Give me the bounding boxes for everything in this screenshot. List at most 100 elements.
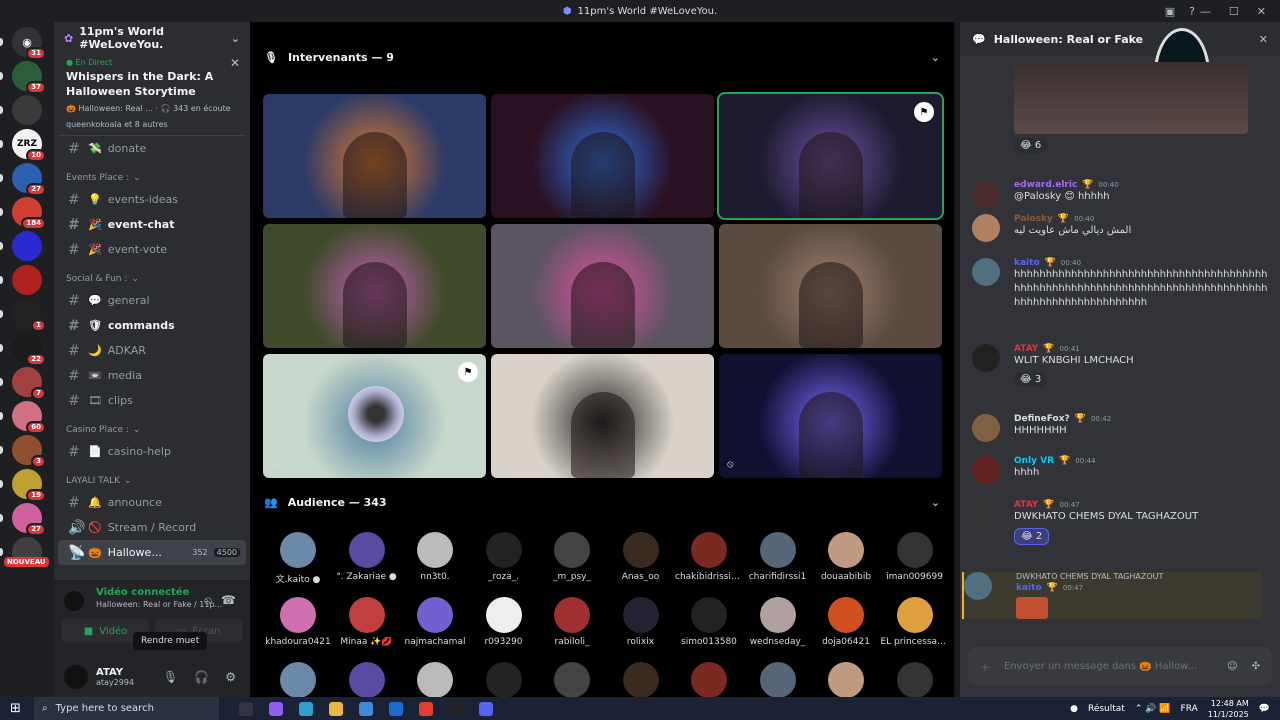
- tray-icons[interactable]: ⌃ 🔊 📶: [1135, 704, 1171, 714]
- channel-text[interactable]: # 🔔 announce: [54, 490, 250, 515]
- task-view-icon[interactable]: [239, 701, 253, 716]
- obs-icon[interactable]: [449, 701, 463, 716]
- server-icon[interactable]: [12, 231, 42, 261]
- avatar[interactable]: [972, 258, 1000, 286]
- store-icon[interactable]: [359, 701, 373, 716]
- server-icon[interactable]: 37: [12, 61, 46, 94]
- server-header[interactable]: ✿ 11pm's World #WeLoveYou. ⌄: [54, 22, 250, 54]
- audience-member[interactable]: [538, 662, 606, 698]
- speakers-header[interactable]: 🎙 Intervenants — 9 ⌄: [250, 22, 954, 72]
- server-icon[interactable]: 7: [12, 367, 46, 400]
- chat-message[interactable]: DefineFox? 🏆 00:42 HHHHHHH: [972, 414, 1272, 442]
- chat-message[interactable]: Only VR 🏆 00:44 hhhh: [972, 456, 1272, 484]
- audience-member[interactable]: rabiloli_: [538, 597, 606, 647]
- audience-member[interactable]: wednseday_: [744, 597, 812, 647]
- audience-member[interactable]: [333, 662, 401, 698]
- maximize-button[interactable]: ☐: [1229, 5, 1239, 18]
- speaker-tile[interactable]: ⚑ ⦸: [263, 354, 486, 478]
- avatar[interactable]: [972, 414, 1000, 442]
- server-icon[interactable]: 3: [12, 435, 46, 468]
- channel-text[interactable]: # 🎞 clips: [54, 388, 250, 413]
- chat-message[interactable]: Palosky 🏆 00:40 المش ديالي ماش عاويت ليه: [972, 214, 1272, 242]
- channel-stage[interactable]: 📡 🎃 Hallowe... 352 4500: [58, 540, 246, 565]
- microphone-icon[interactable]: 🎙: [163, 670, 178, 684]
- audience-member[interactable]: Anas_oo: [607, 532, 675, 582]
- channel-text[interactable]: # 💡 events-ideas: [54, 187, 250, 212]
- edge-icon[interactable]: [299, 701, 313, 716]
- help-icon[interactable]: ?: [1189, 5, 1195, 18]
- message-author[interactable]: edward.elric: [1014, 180, 1077, 190]
- chrome-icon[interactable]: [419, 701, 433, 716]
- message-author[interactable]: ATAY: [1014, 344, 1038, 354]
- audience-member[interactable]: [470, 662, 538, 698]
- server-icon[interactable]: 1: [12, 299, 46, 332]
- plus-icon[interactable]: ＋: [980, 659, 990, 674]
- audience-member[interactable]: nn3t0.: [401, 532, 469, 582]
- audience-header[interactable]: 👥 Audience — 343 ⌄: [250, 492, 954, 512]
- audience-member[interactable]: simo013580: [675, 597, 743, 647]
- audience-member[interactable]: _roza_.: [470, 532, 538, 582]
- audience-member[interactable]: 文.kaito ●: [264, 532, 332, 585]
- discord-home-icon[interactable]: ◉ 31: [12, 27, 46, 60]
- audience-member[interactable]: _m_psy_: [538, 532, 606, 582]
- audience-member[interactable]: iman009699: [881, 532, 949, 582]
- channel-text[interactable]: # 🎉 event-chat: [54, 212, 250, 237]
- audience-member[interactable]: charifidirssi1: [744, 532, 812, 582]
- discord-icon[interactable]: [479, 701, 493, 716]
- message-author[interactable]: DefineFox?: [1014, 414, 1070, 424]
- audience-member[interactable]: chakibidrissi7...: [675, 532, 743, 582]
- audience-member[interactable]: najmachamal: [401, 597, 469, 647]
- server-icon[interactable]: [12, 265, 42, 295]
- gear-icon[interactable]: ⚙: [225, 670, 236, 684]
- live-event-card[interactable]: ● En Direct Whispers in the Dark: A Hall…: [58, 54, 246, 136]
- audience-member[interactable]: rolixix: [607, 597, 675, 647]
- copilot-icon[interactable]: [269, 701, 283, 716]
- audience-member[interactable]: EL princessa "...: [881, 597, 949, 647]
- minimize-button[interactable]: —: [1200, 5, 1211, 18]
- reaction[interactable]: 😂 2: [1014, 528, 1050, 545]
- server-icon[interactable]: 184: [12, 197, 46, 230]
- message-author[interactable]: Palosky: [1014, 214, 1053, 224]
- server-icon[interactable]: [12, 95, 42, 125]
- file-explorer-icon[interactable]: [329, 701, 343, 716]
- headphones-icon[interactable]: 🎧: [194, 670, 209, 684]
- audience-member[interactable]: [401, 662, 469, 698]
- server-icon[interactable]: 19: [12, 469, 46, 502]
- audience-member[interactable]: [881, 662, 949, 698]
- message-author[interactable]: ATAY: [1014, 500, 1038, 510]
- server-icon[interactable]: 27: [12, 163, 46, 196]
- outlook-icon[interactable]: [389, 701, 403, 716]
- result-label[interactable]: Résultat: [1088, 704, 1125, 714]
- speaker-tile[interactable]: [719, 224, 942, 348]
- image-attachment[interactable]: [1014, 62, 1248, 134]
- speaker-tile[interactable]: ⚑: [717, 92, 944, 220]
- notification-icon[interactable]: 💬: [1259, 704, 1270, 714]
- audience-member[interactable]: Minaa ✨💋: [333, 597, 401, 647]
- channel-text[interactable]: # 📄 casino-help: [54, 439, 250, 464]
- speaker-tile[interactable]: ⦸: [719, 354, 942, 478]
- audience-member[interactable]: [675, 662, 743, 698]
- speaker-tile[interactable]: [491, 224, 714, 348]
- channel-voice[interactable]: 🔊 🚫 Stream / Record: [54, 515, 250, 540]
- windows-start-icon[interactable]: ⊞: [10, 701, 21, 716]
- clock[interactable]: 12:48 AM 11/1/2025: [1208, 698, 1249, 720]
- avatar[interactable]: [972, 500, 1000, 528]
- avatar[interactable]: [972, 214, 1000, 242]
- message-author[interactable]: kaito: [1014, 258, 1040, 268]
- avatar[interactable]: [972, 180, 1000, 208]
- audience-member[interactable]: doja06421: [812, 597, 880, 647]
- channel-category[interactable]: Social & Fun : ⌄: [54, 262, 250, 288]
- avatar[interactable]: [964, 572, 992, 600]
- channel-category[interactable]: LAYALI TALK ⌄: [54, 464, 250, 490]
- avatar[interactable]: [972, 456, 1000, 484]
- disconnect-icon[interactable]: ☎: [221, 593, 236, 607]
- reaction[interactable]: 😂 3: [1014, 372, 1048, 387]
- audience-member[interactable]: r093290: [470, 597, 538, 647]
- chat-message[interactable]: edward.elric 🏆 00:40 @Palosky 😊 hhhhh: [972, 180, 1272, 208]
- audience-member[interactable]: °. Zakariae ●: [333, 532, 401, 582]
- close-icon[interactable]: ✕: [1259, 33, 1268, 46]
- reaction[interactable]: 😂 6: [1014, 138, 1048, 153]
- image-attachment[interactable]: [1016, 597, 1048, 619]
- channel-text[interactable]: # 💬 general: [54, 288, 250, 313]
- channel-text[interactable]: # 🛡 commands: [54, 313, 250, 338]
